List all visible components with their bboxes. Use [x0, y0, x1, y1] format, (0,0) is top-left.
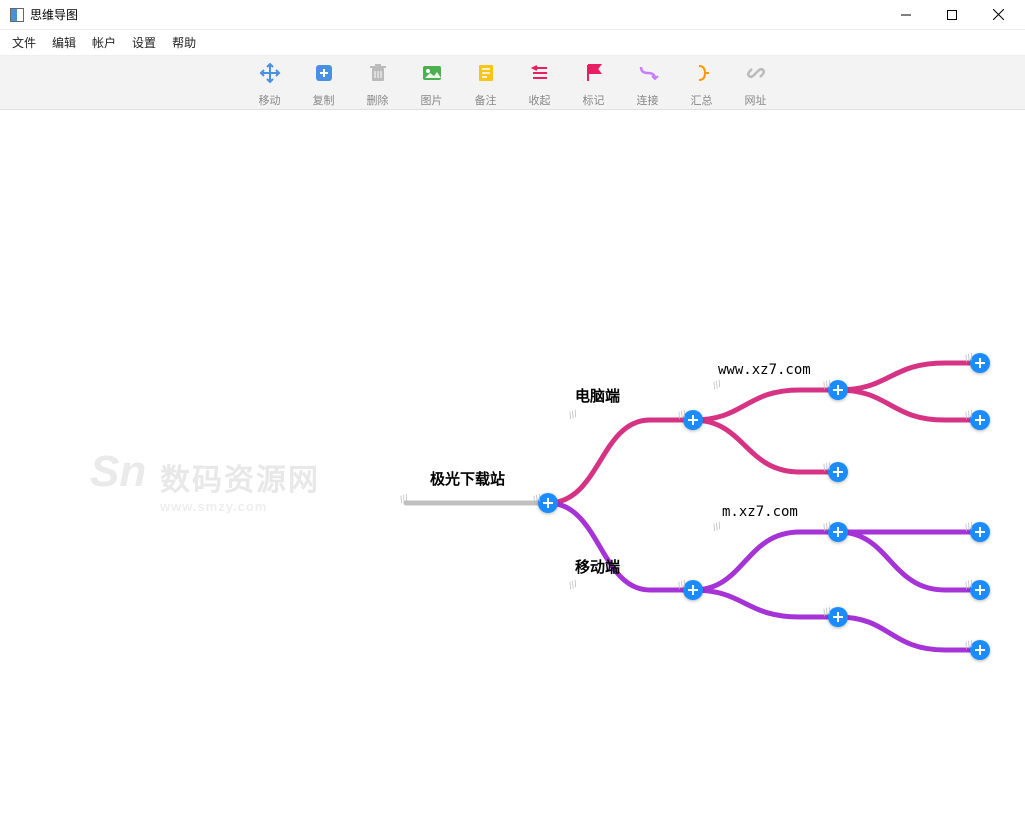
url-icon	[745, 62, 767, 84]
add-leaf-1[interactable]	[970, 353, 990, 373]
menu-account[interactable]: 帐户	[84, 32, 124, 53]
tool-summary-label: 汇总	[691, 92, 713, 108]
hash-decoration: ///	[398, 493, 410, 506]
note-icon	[475, 62, 497, 84]
watermark-text: 数码资源网	[160, 455, 320, 499]
node-pc[interactable]: 电脑端	[575, 385, 620, 406]
add-node-pc-url[interactable]	[828, 380, 848, 400]
tool-move-label: 移动	[259, 92, 281, 108]
minimize-button[interactable]	[883, 0, 929, 30]
copy-icon	[313, 62, 335, 84]
maximize-button[interactable]	[929, 0, 975, 30]
add-leaf-2[interactable]	[970, 410, 990, 430]
tool-link[interactable]: 连接	[630, 58, 666, 108]
add-node-pc-blank[interactable]	[828, 462, 848, 482]
move-icon	[259, 62, 281, 84]
delete-icon	[367, 62, 389, 84]
add-node-mobile-url[interactable]	[828, 522, 848, 542]
mindmap-tree	[0, 110, 1025, 826]
menu-help[interactable]: 帮助	[164, 32, 204, 53]
image-icon	[421, 62, 443, 84]
tool-link-label: 连接	[637, 92, 659, 108]
link-icon	[637, 62, 659, 84]
node-root[interactable]: 极光下载站	[430, 468, 505, 489]
add-node-pc[interactable]	[683, 410, 703, 430]
tool-collapse-label: 收起	[529, 92, 551, 108]
add-leaf-5[interactable]	[970, 640, 990, 660]
window-title: 思维导图	[30, 6, 78, 23]
add-node-mobile-blank[interactable]	[828, 607, 848, 627]
node-mobile-url[interactable]: m.xz7.com	[722, 504, 798, 520]
tool-note[interactable]: 备注	[468, 58, 504, 108]
menu-file[interactable]: 文件	[4, 32, 44, 53]
tool-move[interactable]: 移动	[252, 58, 288, 108]
add-leaf-4[interactable]	[970, 580, 990, 600]
maximize-icon	[947, 10, 957, 20]
node-mobile[interactable]: 移动端	[575, 556, 620, 577]
tool-mark[interactable]: 标记	[576, 58, 612, 108]
minimize-icon	[901, 10, 911, 20]
tool-copy-label: 复制	[313, 92, 335, 108]
menu-edit[interactable]: 编辑	[44, 32, 84, 53]
close-icon	[993, 9, 1004, 20]
close-button[interactable]	[975, 0, 1021, 30]
hash-decoration: ///	[711, 379, 723, 392]
tool-delete[interactable]: 删除	[360, 58, 396, 108]
app-icon	[10, 8, 24, 22]
menubar: 文件 编辑 帐户 设置 帮助	[0, 30, 1025, 56]
tool-url[interactable]: 网址	[738, 58, 774, 108]
tool-mark-label: 标记	[583, 92, 605, 108]
node-pc-url[interactable]: www.xz7.com	[718, 362, 811, 378]
flag-icon	[583, 62, 605, 84]
tool-image-label: 图片	[421, 92, 443, 108]
summary-icon	[691, 62, 713, 84]
window-controls	[883, 0, 1021, 30]
tool-url-label: 网址	[745, 92, 767, 108]
mindmap-canvas[interactable]: Sn 数码资源网 www.smzy.com 极光下载站 电脑端 移动端 www.…	[0, 110, 1025, 826]
add-leaf-3[interactable]	[970, 522, 990, 542]
titlebar: 思维导图	[0, 0, 1025, 30]
watermark-url: www.smzy.com	[160, 499, 320, 514]
tool-collapse[interactable]: 收起	[522, 58, 558, 108]
toolbar: 移动 复制 删除 图片 备注 收起 标记 连接 汇总 网址	[0, 56, 1025, 110]
watermark: Sn 数码资源网 www.smzy.com	[160, 455, 320, 514]
tool-summary[interactable]: 汇总	[684, 58, 720, 108]
tool-copy[interactable]: 复制	[306, 58, 342, 108]
hash-decoration: ///	[567, 409, 579, 422]
add-node-root[interactable]	[538, 493, 558, 513]
hash-decoration: ///	[567, 579, 579, 592]
tool-delete-label: 删除	[367, 92, 389, 108]
tool-note-label: 备注	[475, 92, 497, 108]
add-node-mobile[interactable]	[683, 580, 703, 600]
tool-image[interactable]: 图片	[414, 58, 450, 108]
hash-decoration: ///	[711, 521, 723, 534]
collapse-icon	[529, 62, 551, 84]
menu-settings[interactable]: 设置	[124, 32, 164, 53]
